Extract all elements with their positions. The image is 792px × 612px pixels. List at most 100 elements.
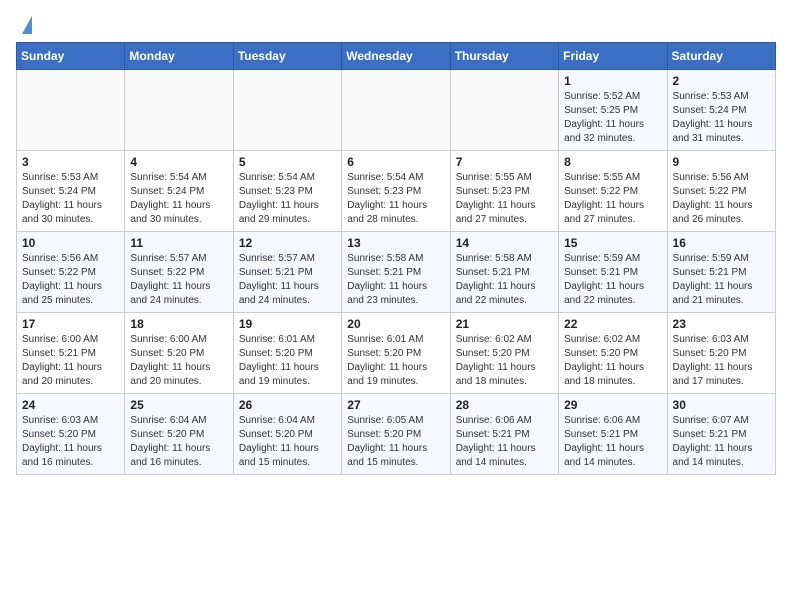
calendar-week-1: 1 Sunrise: 5:52 AM Sunset: 5:25 PM Daylig… <box>17 70 776 151</box>
day-number: 1 <box>564 74 661 88</box>
weekday-header-sunday: Sunday <box>17 43 125 70</box>
day-info: Sunrise: 5:54 AM Sunset: 5:24 PM Dayligh… <box>130 171 227 227</box>
day-info: Sunrise: 5:59 AM Sunset: 5:21 PM Dayligh… <box>564 252 661 308</box>
day-info: Sunrise: 5:58 AM Sunset: 5:21 PM Dayligh… <box>456 252 553 308</box>
calendar-cell: 22 Sunrise: 6:02 AM Sunset: 5:20 PM Dayli… <box>559 313 667 394</box>
logo <box>16 16 32 34</box>
day-info: Sunrise: 5:54 AM Sunset: 5:23 PM Dayligh… <box>239 171 336 227</box>
day-info: Sunrise: 6:01 AM Sunset: 5:20 PM Dayligh… <box>239 333 336 389</box>
day-info: Sunrise: 5:52 AM Sunset: 5:25 PM Dayligh… <box>564 90 661 146</box>
calendar-cell: 15 Sunrise: 5:59 AM Sunset: 5:21 PM Dayli… <box>559 232 667 313</box>
calendar-cell: 29 Sunrise: 6:06 AM Sunset: 5:21 PM Dayli… <box>559 394 667 475</box>
day-info: Sunrise: 5:59 AM Sunset: 5:21 PM Dayligh… <box>673 252 770 308</box>
calendar-cell: 3 Sunrise: 5:53 AM Sunset: 5:24 PM Daylig… <box>17 151 125 232</box>
day-info: Sunrise: 6:07 AM Sunset: 5:21 PM Dayligh… <box>673 414 770 470</box>
calendar-cell: 27 Sunrise: 6:05 AM Sunset: 5:20 PM Dayli… <box>342 394 450 475</box>
calendar-cell: 12Sunrise: 5:57 AM Sunset: 5:21 PM Dayli… <box>233 232 341 313</box>
day-number: 14 <box>456 236 553 250</box>
calendar-cell: 26Sunrise: 6:04 AM Sunset: 5:20 PM Dayli… <box>233 394 341 475</box>
calendar-cell: 25 Sunrise: 6:04 AM Sunset: 5:20 PM Dayli… <box>125 394 233 475</box>
calendar-cell <box>450 70 558 151</box>
calendar-cell: 2 Sunrise: 5:53 AM Sunset: 5:24 PM Daylig… <box>667 70 775 151</box>
day-info: Sunrise: 5:56 AM Sunset: 5:22 PM Dayligh… <box>22 252 119 308</box>
calendar-cell: 17Sunrise: 6:00 AM Sunset: 5:21 PM Dayli… <box>17 313 125 394</box>
day-number: 19 <box>239 317 336 331</box>
calendar-cell: 30 Sunrise: 6:07 AM Sunset: 5:21 PM Dayli… <box>667 394 775 475</box>
day-number: 8 <box>564 155 661 169</box>
calendar-cell: 23 Sunrise: 6:03 AM Sunset: 5:20 PM Dayli… <box>667 313 775 394</box>
day-number: 16 <box>673 236 770 250</box>
day-info: Sunrise: 5:53 AM Sunset: 5:24 PM Dayligh… <box>22 171 119 227</box>
calendar-cell: 19 Sunrise: 6:01 AM Sunset: 5:20 PM Dayli… <box>233 313 341 394</box>
calendar-cell: 4 Sunrise: 5:54 AM Sunset: 5:24 PM Daylig… <box>125 151 233 232</box>
day-number: 3 <box>22 155 119 169</box>
calendar-body: 1 Sunrise: 5:52 AM Sunset: 5:25 PM Daylig… <box>17 70 776 475</box>
day-number: 18 <box>130 317 227 331</box>
day-number: 22 <box>564 317 661 331</box>
calendar-cell: 18 Sunrise: 6:00 AM Sunset: 5:20 PM Dayli… <box>125 313 233 394</box>
calendar-cell: 9 Sunrise: 5:56 AM Sunset: 5:22 PM Daylig… <box>667 151 775 232</box>
day-number: 25 <box>130 398 227 412</box>
day-info: Sunrise: 6:02 AM Sunset: 5:20 PM Dayligh… <box>564 333 661 389</box>
calendar-cell: 24Sunrise: 6:03 AM Sunset: 5:20 PM Dayli… <box>17 394 125 475</box>
calendar-table: SundayMondayTuesdayWednesdayThursdayFrid… <box>16 42 776 475</box>
day-number: 27 <box>347 398 444 412</box>
calendar-week-2: 3 Sunrise: 5:53 AM Sunset: 5:24 PM Daylig… <box>17 151 776 232</box>
calendar-cell: 7 Sunrise: 5:55 AM Sunset: 5:23 PM Daylig… <box>450 151 558 232</box>
day-number: 6 <box>347 155 444 169</box>
day-info: Sunrise: 6:04 AM Sunset: 5:20 PM Dayligh… <box>239 414 336 470</box>
weekday-header-saturday: Saturday <box>667 43 775 70</box>
calendar-week-3: 10 Sunrise: 5:56 AM Sunset: 5:22 PM Dayli… <box>17 232 776 313</box>
calendar-cell: 14 Sunrise: 5:58 AM Sunset: 5:21 PM Dayli… <box>450 232 558 313</box>
calendar-cell: 8 Sunrise: 5:55 AM Sunset: 5:22 PM Daylig… <box>559 151 667 232</box>
page-header <box>16 16 776 34</box>
calendar-header: SundayMondayTuesdayWednesdayThursdayFrid… <box>17 43 776 70</box>
calendar-cell <box>342 70 450 151</box>
day-info: Sunrise: 6:00 AM Sunset: 5:21 PM Dayligh… <box>22 333 119 389</box>
day-number: 4 <box>130 155 227 169</box>
day-number: 7 <box>456 155 553 169</box>
day-number: 29 <box>564 398 661 412</box>
day-number: 12 <box>239 236 336 250</box>
day-info: Sunrise: 6:05 AM Sunset: 5:20 PM Dayligh… <box>347 414 444 470</box>
day-number: 9 <box>673 155 770 169</box>
day-info: Sunrise: 5:56 AM Sunset: 5:22 PM Dayligh… <box>673 171 770 227</box>
day-number: 11 <box>130 236 227 250</box>
day-number: 2 <box>673 74 770 88</box>
logo-triangle-icon <box>22 16 32 34</box>
day-info: Sunrise: 6:04 AM Sunset: 5:20 PM Dayligh… <box>130 414 227 470</box>
day-number: 21 <box>456 317 553 331</box>
day-info: Sunrise: 6:03 AM Sunset: 5:20 PM Dayligh… <box>673 333 770 389</box>
day-info: Sunrise: 6:01 AM Sunset: 5:20 PM Dayligh… <box>347 333 444 389</box>
day-number: 15 <box>564 236 661 250</box>
weekday-header-friday: Friday <box>559 43 667 70</box>
day-info: Sunrise: 6:06 AM Sunset: 5:21 PM Dayligh… <box>456 414 553 470</box>
weekday-header-row: SundayMondayTuesdayWednesdayThursdayFrid… <box>17 43 776 70</box>
day-info: Sunrise: 5:53 AM Sunset: 5:24 PM Dayligh… <box>673 90 770 146</box>
day-info: Sunrise: 5:55 AM Sunset: 5:23 PM Dayligh… <box>456 171 553 227</box>
day-info: Sunrise: 5:57 AM Sunset: 5:22 PM Dayligh… <box>130 252 227 308</box>
day-info: Sunrise: 5:58 AM Sunset: 5:21 PM Dayligh… <box>347 252 444 308</box>
day-info: Sunrise: 6:06 AM Sunset: 5:21 PM Dayligh… <box>564 414 661 470</box>
day-number: 30 <box>673 398 770 412</box>
day-number: 24 <box>22 398 119 412</box>
day-info: Sunrise: 6:00 AM Sunset: 5:20 PM Dayligh… <box>130 333 227 389</box>
calendar-cell: 1 Sunrise: 5:52 AM Sunset: 5:25 PM Daylig… <box>559 70 667 151</box>
calendar-week-5: 24Sunrise: 6:03 AM Sunset: 5:20 PM Dayli… <box>17 394 776 475</box>
calendar-cell: 20 Sunrise: 6:01 AM Sunset: 5:20 PM Dayli… <box>342 313 450 394</box>
day-number: 23 <box>673 317 770 331</box>
calendar-week-4: 17Sunrise: 6:00 AM Sunset: 5:21 PM Dayli… <box>17 313 776 394</box>
calendar-cell: 28 Sunrise: 6:06 AM Sunset: 5:21 PM Dayli… <box>450 394 558 475</box>
calendar-cell <box>17 70 125 151</box>
day-number: 28 <box>456 398 553 412</box>
day-number: 5 <box>239 155 336 169</box>
day-info: Sunrise: 5:55 AM Sunset: 5:22 PM Dayligh… <box>564 171 661 227</box>
calendar-cell: 13Sunrise: 5:58 AM Sunset: 5:21 PM Dayli… <box>342 232 450 313</box>
day-number: 10 <box>22 236 119 250</box>
calendar-cell: 6Sunrise: 5:54 AM Sunset: 5:23 PM Daylig… <box>342 151 450 232</box>
calendar-cell: 11 Sunrise: 5:57 AM Sunset: 5:22 PM Dayli… <box>125 232 233 313</box>
day-number: 20 <box>347 317 444 331</box>
calendar-cell: 5 Sunrise: 5:54 AM Sunset: 5:23 PM Daylig… <box>233 151 341 232</box>
weekday-header-wednesday: Wednesday <box>342 43 450 70</box>
calendar-cell: 16 Sunrise: 5:59 AM Sunset: 5:21 PM Dayli… <box>667 232 775 313</box>
